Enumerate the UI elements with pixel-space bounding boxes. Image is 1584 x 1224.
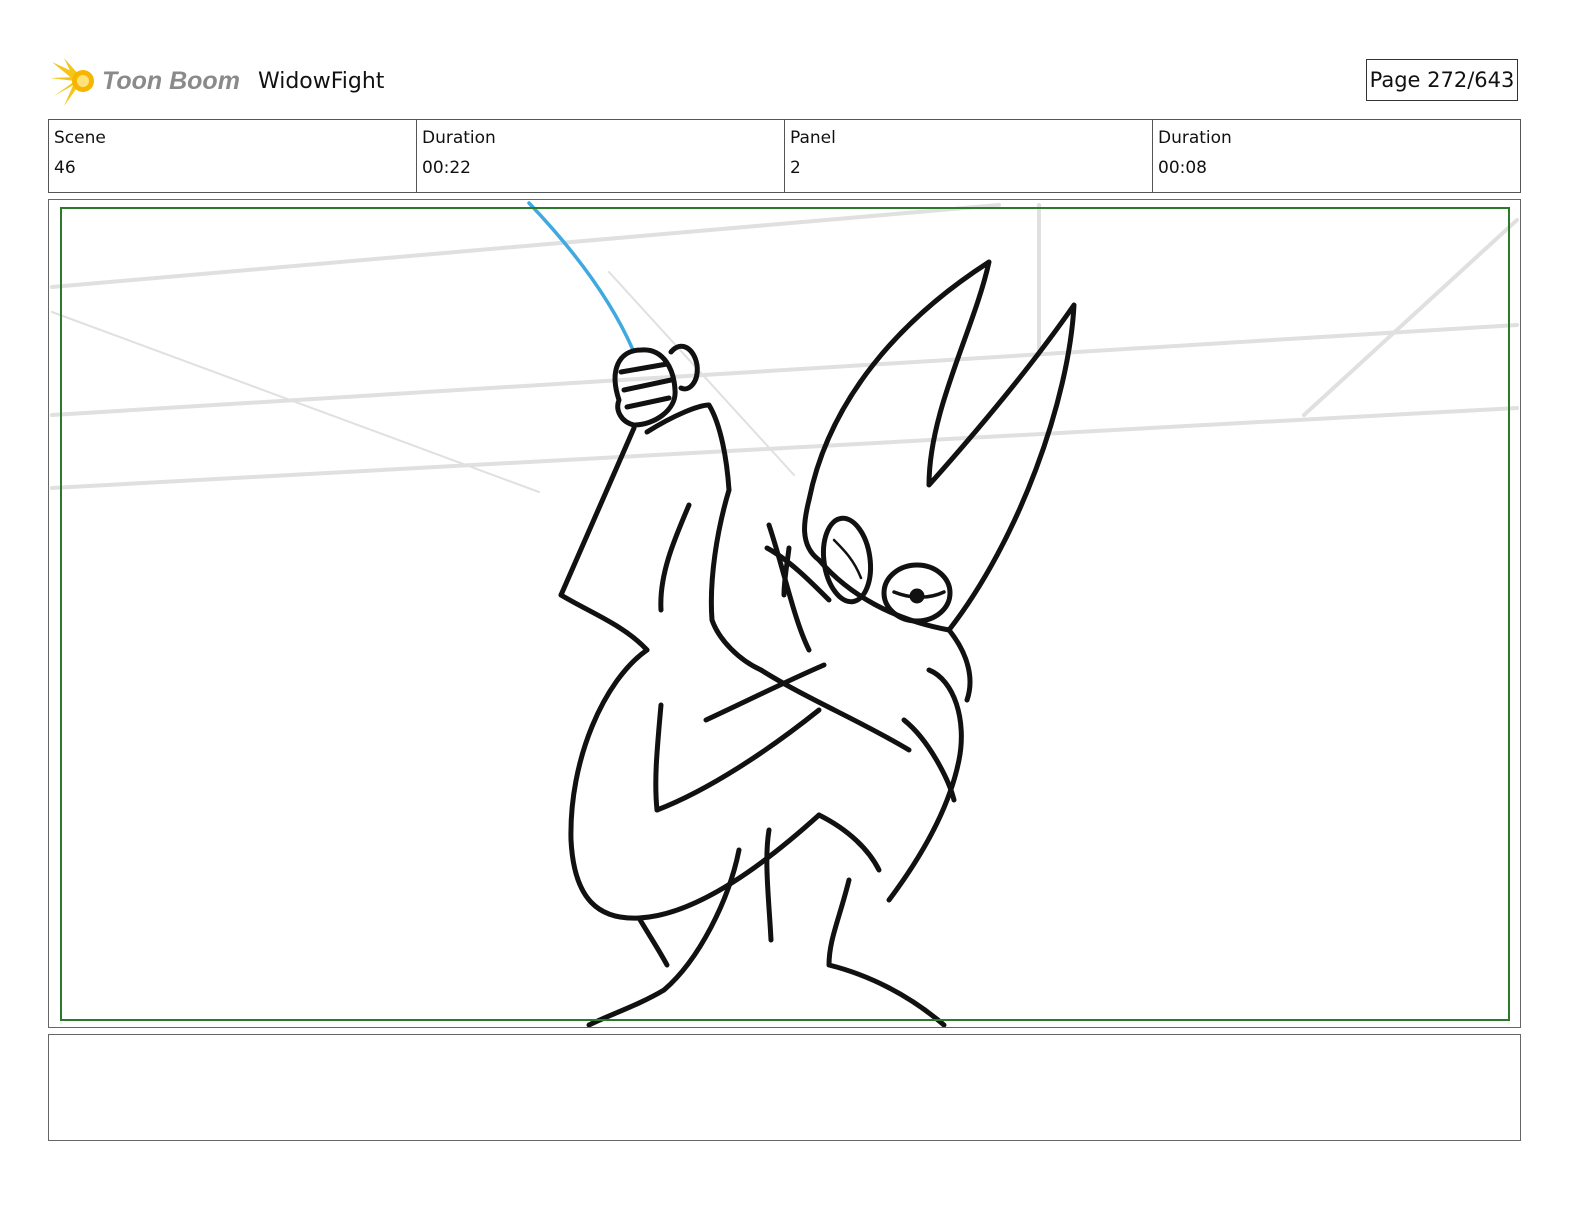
- toon-boom-burst-icon: [50, 58, 94, 106]
- storyboard-panel: [48, 199, 1521, 1028]
- panel-cell: Panel 2: [785, 120, 1153, 192]
- background-lines: [50, 203, 1519, 493]
- panel-label: Panel: [790, 128, 836, 148]
- scene-cell: Scene 46: [49, 120, 417, 192]
- character-sketch: [558, 259, 1077, 1027]
- panel-value: 2: [790, 158, 801, 178]
- scene-label: Scene: [54, 128, 106, 148]
- scene-value: 46: [54, 158, 76, 178]
- page-label: Page 272/643: [1369, 68, 1515, 92]
- panel-sketch: [50, 201, 1519, 1027]
- panel-info-table: Scene 46 Duration 00:22 Panel 2 Duration…: [48, 119, 1521, 193]
- logo-wordmark: Toon Boom: [102, 66, 240, 95]
- panel-duration-value: 00:08: [1158, 158, 1207, 178]
- panel-duration-cell: Duration 00:08: [1153, 120, 1520, 192]
- page-indicator: Page 272/643: [1366, 59, 1518, 101]
- scene-duration-value: 00:22: [422, 158, 471, 178]
- scene-duration-cell: Duration 00:22: [417, 120, 785, 192]
- panel-notes: [48, 1034, 1521, 1141]
- project-title: WidowFight: [257, 68, 385, 94]
- wire-line: [527, 201, 635, 352]
- scene-duration-label: Duration: [422, 128, 496, 148]
- toon-boom-logo: Toon Boom: [50, 56, 240, 106]
- page-header: Toon Boom WidowFight: [50, 55, 384, 107]
- panel-duration-label: Duration: [1158, 128, 1232, 148]
